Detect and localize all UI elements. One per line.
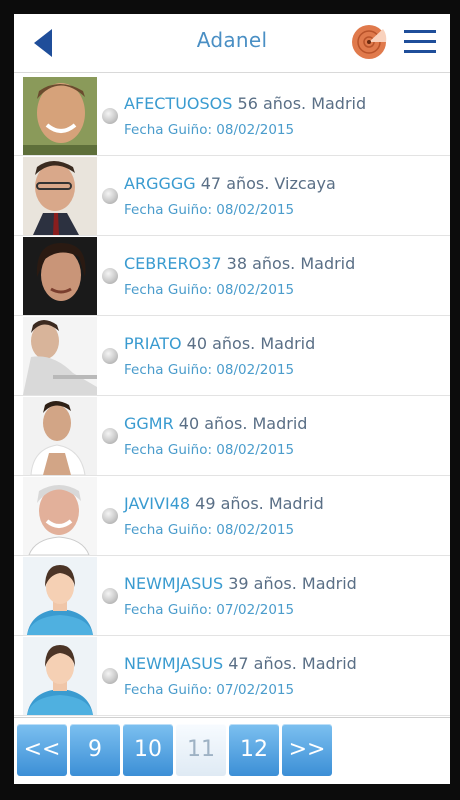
wink-date: Fecha Guiño: 08/02/2015 [124,362,295,378]
avatar[interactable] [23,237,97,315]
list-item[interactable]: ARGGGG 47 años. Vizcaya Fecha Guiño: 08/… [14,156,450,236]
user-nickname[interactable]: ARGGGG [124,174,196,193]
user-summary: CEBRERO37 38 años. Madrid [124,254,355,273]
page-button-11-current[interactable]: 11 [176,724,226,776]
avatar[interactable] [23,157,97,235]
pagination-bar: << 9 10 11 12 >> [14,717,450,784]
status-dot [102,268,118,284]
default-avatar-icon [23,557,97,635]
user-summary: AFECTUOSOS 56 años. Madrid [124,94,366,113]
avatar[interactable] [23,397,97,475]
user-age-location: 47 años. Vizcaya [195,174,336,193]
user-photo [23,237,97,315]
list-item[interactable]: JAVIVI48 49 años. Madrid Fecha Guiño: 08… [14,476,450,556]
user-age-location: 39 años. Madrid [223,574,357,593]
user-summary: PRIATO 40 años. Madrid [124,334,315,353]
user-photo [23,317,97,395]
wink-date: Fecha Guiño: 08/02/2015 [124,522,295,538]
user-photo [23,477,97,555]
status-dot [102,188,118,204]
page-last-button[interactable]: >> [282,724,332,776]
list-item[interactable]: GGMR 40 años. Madrid Fecha Guiño: 08/02/… [14,396,450,476]
user-summary: JAVIVI48 49 años. Madrid [124,494,324,513]
list-item[interactable]: PRIATO 40 años. Madrid Fecha Guiño: 08/0… [14,316,450,396]
user-nickname[interactable]: AFECTUOSOS [124,94,232,113]
user-summary: NEWMJASUS 39 años. Madrid [124,574,357,593]
status-dot [102,668,118,684]
status-dot [102,588,118,604]
user-summary: NEWMJASUS 47 años. Madrid [124,654,357,673]
user-nickname[interactable]: NEWMJASUS [124,654,223,673]
menu-button[interactable] [402,27,438,57]
app-screen: Adanel AFECTUOSOS 56 años. Madrid Fecha … [14,14,450,784]
default-avatar-icon [23,637,97,715]
user-summary: GGMR 40 años. Madrid [124,414,307,433]
wink-date: Fecha Guiño: 08/02/2015 [124,282,295,298]
user-age-location: 40 años. Madrid [181,334,316,353]
wink-date: Fecha Guiño: 07/02/2015 [124,602,295,618]
user-age-location: 56 años. Madrid [232,94,367,113]
status-dot [102,428,118,444]
hamburger-menu-icon [404,30,436,53]
user-nickname[interactable]: NEWMJASUS [124,574,223,593]
user-age-location: 40 años. Madrid [173,414,308,433]
wink-list: AFECTUOSOS 56 años. Madrid Fecha Guiño: … [14,76,450,716]
wink-date: Fecha Guiño: 08/02/2015 [124,442,295,458]
list-item[interactable]: NEWMJASUS 39 años. Madrid Fecha Guiño: 0… [14,556,450,636]
user-nickname[interactable]: PRIATO [124,334,182,353]
user-summary: ARGGGG 47 años. Vizcaya [124,174,336,193]
page-first-button[interactable]: << [17,724,67,776]
user-photo [23,77,97,155]
radar-icon [352,25,387,59]
user-nickname[interactable]: CEBRERO37 [124,254,222,273]
avatar[interactable] [23,637,97,715]
avatar[interactable] [23,557,97,635]
list-item[interactable]: AFECTUOSOS 56 años. Madrid Fecha Guiño: … [14,76,450,156]
page-button-10[interactable]: 10 [123,724,173,776]
user-photo [23,157,97,235]
status-dot [102,348,118,364]
list-item[interactable]: NEWMJASUS 47 años. Madrid Fecha Guiño: 0… [14,636,450,716]
wink-date: Fecha Guiño: 08/02/2015 [124,122,295,138]
page-button-9[interactable]: 9 [70,724,120,776]
user-photo [23,397,97,475]
avatar[interactable] [23,477,97,555]
top-bar: Adanel [14,14,450,73]
page-button-12[interactable]: 12 [229,724,279,776]
user-nickname[interactable]: JAVIVI48 [124,494,190,513]
status-dot [102,108,118,124]
user-nickname[interactable]: GGMR [124,414,174,433]
wink-date: Fecha Guiño: 07/02/2015 [124,682,295,698]
user-age-location: 38 años. Madrid [221,254,356,273]
user-age-location: 49 años. Madrid [190,494,324,513]
avatar[interactable] [23,77,97,155]
avatar[interactable] [23,317,97,395]
radar-button[interactable] [350,23,388,61]
wink-date: Fecha Guiño: 08/02/2015 [124,202,295,218]
list-item[interactable]: CEBRERO37 38 años. Madrid Fecha Guiño: 0… [14,236,450,316]
user-age-location: 47 años. Madrid [223,654,357,673]
status-dot [102,508,118,524]
